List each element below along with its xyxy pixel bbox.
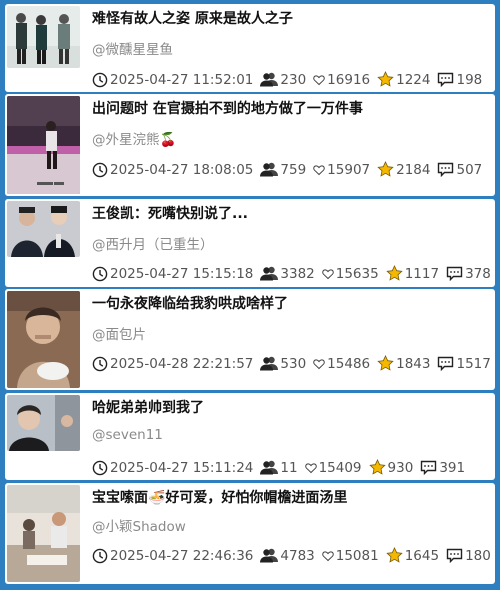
post-title[interactable]: 一句永夜降临给我豹哄成啥样了	[92, 293, 489, 313]
post-views: 11	[260, 460, 298, 476]
post-feed: 难怪有故人之姿 原来是故人之子 @微醺星星鱼 2025-04-27 11:52:…	[0, 0, 500, 590]
heart-icon	[313, 74, 325, 85]
post-views: 530	[260, 356, 306, 372]
post-author[interactable]: @外星浣熊🍒	[92, 128, 176, 148]
post-title[interactable]: 哈妮弟弟帅到我了	[92, 397, 489, 417]
people-icon	[260, 356, 279, 371]
post-views: 4783	[260, 548, 315, 564]
post-stats: 2025-04-27 11:52:01 230 16916 1224 198	[92, 71, 489, 88]
post-thumbnail[interactable]	[7, 96, 80, 194]
post-comments[interactable]: 180	[446, 548, 491, 564]
post-title[interactable]: 宝宝嗦面🍜好可爱，好怕你帽檐进面汤里	[92, 487, 489, 507]
post-thumbnail[interactable]	[7, 201, 80, 257]
post-stats: 2025-04-27 18:08:05 759 15907 2184 507	[92, 161, 489, 178]
post-thumbnail[interactable]	[7, 395, 80, 451]
post-views: 3382	[260, 266, 315, 282]
clock-icon	[92, 266, 108, 281]
people-icon	[260, 72, 279, 87]
post-author[interactable]: @面包片	[92, 323, 146, 343]
post-title[interactable]: 王俊凯：死嘴快别说了...	[92, 203, 489, 223]
post-time: 2025-04-27 15:11:24	[92, 460, 253, 476]
post-title[interactable]: 出问题时 在官摄拍不到的地方做了一万件事	[92, 98, 489, 118]
star-icon	[385, 547, 403, 563]
post-likes[interactable]: 16916	[313, 72, 370, 88]
post-views: 759	[260, 162, 306, 178]
post-comments[interactable]: 198	[437, 72, 482, 88]
clock-icon	[92, 162, 108, 177]
post-stats: 2025-04-27 22:46:36 4783 15081 1645 180	[92, 547, 491, 564]
post-author[interactable]: @小颖Shadow	[92, 515, 186, 535]
people-icon	[260, 548, 279, 563]
comment-icon	[446, 548, 463, 563]
post-favorites[interactable]: 1843	[377, 355, 430, 372]
heart-icon	[321, 268, 334, 279]
post-card[interactable]: 一句永夜降临给我豹哄成啥样了 @面包片 2025-04-28 22:21:57 …	[5, 289, 495, 390]
clock-icon	[92, 548, 108, 563]
star-icon	[385, 265, 403, 281]
clock-icon	[92, 356, 108, 371]
post-time: 2025-04-28 22:21:57	[92, 356, 253, 372]
star-icon	[368, 459, 386, 475]
post-stats: 2025-04-27 15:11:24 11 15409 930 391	[92, 459, 489, 476]
post-author[interactable]: @西升月（已重生）	[92, 233, 214, 253]
post-likes[interactable]: 15635	[321, 266, 379, 282]
heart-icon	[321, 550, 334, 561]
post-author[interactable]: @seven11	[92, 427, 163, 443]
clock-icon	[92, 72, 108, 87]
post-views: 230	[260, 72, 306, 88]
post-comments[interactable]: 378	[446, 266, 491, 282]
post-time: 2025-04-27 22:46:36	[92, 548, 253, 564]
post-likes[interactable]: 15486	[313, 356, 370, 372]
post-favorites[interactable]: 1117	[385, 265, 439, 282]
comment-icon	[438, 356, 454, 371]
comment-icon	[438, 72, 454, 87]
clock-icon	[92, 460, 108, 475]
star-icon	[377, 355, 394, 371]
post-comments[interactable]: 507	[437, 162, 482, 178]
heart-icon	[313, 358, 325, 369]
people-icon	[260, 162, 279, 177]
post-stats: 2025-04-28 22:21:57 530 15486 1843 1517	[92, 355, 491, 372]
post-likes[interactable]: 15907	[313, 162, 370, 178]
post-card[interactable]: 难怪有故人之姿 原来是故人之子 @微醺星星鱼 2025-04-27 11:52:…	[5, 4, 495, 92]
heart-icon	[304, 462, 317, 473]
comment-icon	[438, 162, 454, 177]
post-card[interactable]: 王俊凯：死嘴快别说了... @西升月（已重生） 2025-04-27 15:15…	[5, 199, 495, 287]
people-icon	[260, 266, 279, 281]
post-stats: 2025-04-27 15:15:18 3382 15635 1117 378	[92, 265, 491, 282]
post-card[interactable]: 宝宝嗦面🍜好可爱，好怕你帽檐进面汤里 @小颖Shadow 2025-04-27 …	[5, 483, 495, 584]
heart-icon	[313, 164, 325, 175]
people-icon	[260, 460, 279, 475]
post-time: 2025-04-27 18:08:05	[92, 162, 253, 178]
post-card[interactable]: 哈妮弟弟帅到我了 @seven11 2025-04-27 15:11:24 11…	[5, 393, 495, 480]
post-favorites[interactable]: 1645	[385, 547, 439, 564]
post-comments[interactable]: 391	[420, 460, 465, 476]
post-thumbnail[interactable]	[7, 291, 80, 388]
post-time: 2025-04-27 11:52:01	[92, 72, 253, 88]
post-likes[interactable]: 15409	[304, 460, 362, 476]
post-favorites[interactable]: 1224	[377, 71, 430, 88]
post-likes[interactable]: 15081	[321, 548, 379, 564]
post-author[interactable]: @微醺星星鱼	[92, 38, 173, 58]
post-favorites[interactable]: 2184	[377, 161, 430, 178]
post-title[interactable]: 难怪有故人之姿 原来是故人之子	[92, 8, 489, 28]
post-time: 2025-04-27 15:15:18	[92, 266, 253, 282]
star-icon	[377, 71, 394, 87]
comment-icon	[421, 460, 437, 475]
post-card[interactable]: 出问题时 在官摄拍不到的地方做了一万件事 @外星浣熊🍒 2025-04-27 1…	[5, 94, 495, 196]
post-comments[interactable]: 1517	[437, 356, 491, 372]
star-icon	[377, 161, 394, 177]
post-favorites[interactable]: 930	[368, 459, 413, 476]
post-thumbnail[interactable]	[7, 485, 80, 582]
comment-icon	[446, 266, 463, 281]
post-thumbnail[interactable]	[7, 6, 80, 68]
